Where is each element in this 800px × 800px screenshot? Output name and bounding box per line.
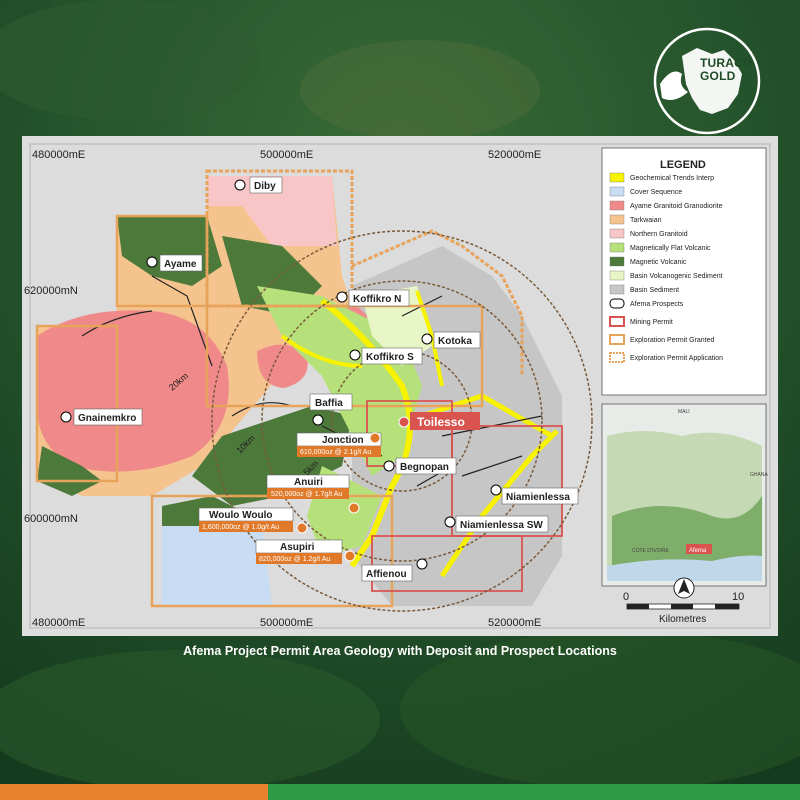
svg-text:Anuiri: Anuiri [294,477,323,488]
grid-label-top-500: 500000mE [260,149,313,161]
svg-text:Koffikro S: Koffikro S [366,352,414,363]
map-panel: 20km 10km 5km 480000mE 500000mE 520000mE… [22,136,778,636]
legend-swatch [609,298,625,309]
legend-item: Mining Permit [609,316,673,327]
legend-label: Geochemical Trends Interp [630,175,714,182]
legend-swatch [609,284,625,295]
logo-text-line2: GOLD [700,69,736,83]
bottom-bar-orange [0,784,268,800]
svg-text:820,000oz @ 1.2g/t Au: 820,000oz @ 1.2g/t Au [259,556,330,563]
svg-text:Asupiri: Asupiri [280,542,315,553]
deposit-toilesso: Toilesso [398,412,480,430]
svg-text:610,000oz @ 2.1g/t Au: 610,000oz @ 2.1g/t Au [300,449,371,456]
bottom-color-bar [0,784,800,800]
prospect-niamienlessa-sw: Niamienlessa SW [444,515,549,533]
svg-text:Niamienlessa SW: Niamienlessa SW [460,520,543,531]
grid-label-left-600: 600000mN [24,513,78,525]
legend-swatch [609,228,625,239]
svg-text:Koffikro N: Koffikro N [353,294,401,305]
svg-text:Niamienlessa: Niamienlessa [506,492,570,503]
grid-label-top-520: 520000mE [488,149,541,161]
legend-label: Afema Prospects [630,301,684,308]
svg-text:Kotoka: Kotoka [438,336,472,347]
legend-label: Basin Sediment [630,287,679,294]
legend-label: Exploration Permit Application [630,355,723,362]
deposit-woulo-woulo: Woulo Woulo 1,600,000oz @ 1.0g/t Au [198,507,308,534]
inset-label-mali: MALI [678,409,690,415]
svg-text:Woulo Woulo: Woulo Woulo [209,510,273,521]
deposit-jonction: Jonction 610,000oz @ 2.1g/t Au [296,432,382,457]
svg-text:Ayame: Ayame [164,259,197,270]
legend-swatch [609,200,625,211]
ayame-granitoid-area [37,310,229,472]
legend-item: Afema Prospects [609,298,684,309]
legend-swatch [609,186,625,197]
inset-label-afema: Afema [689,548,707,554]
grid-label-top-480: 480000mE [32,149,85,161]
legend-item: Cover Sequence [609,186,682,197]
svg-text:Diby: Diby [254,181,276,192]
svg-text:1,600,000oz @ 1.0g/t Au: 1,600,000oz @ 1.0g/t Au [202,524,279,531]
legend-label: Ayame Granitoid Granodiorite [630,203,723,210]
legend-item: Magnetic Volcanic [609,256,687,267]
legend-item: Northern Granitoid [609,228,688,239]
legend-item: Basin Sediment [609,284,679,295]
legend-title: LEGEND [660,159,706,171]
legend-label: Basin Volcanogenic Sediment [630,273,723,280]
svg-text:520,000oz @ 1.7g/t Au: 520,000oz @ 1.7g/t Au [271,491,342,498]
legend-swatch [609,242,625,253]
grid-label-bottom-480: 480000mE [32,617,85,629]
svg-text:Jonction: Jonction [322,435,364,446]
legend-label: Magnetic Volcanic [630,259,687,266]
legend-swatch [609,214,625,225]
map-caption: Afema Project Permit Area Geology with D… [183,644,617,658]
legend-swatch [609,256,625,267]
legend-swatch [609,172,625,183]
grid-label-bottom-520: 520000mE [488,617,541,629]
legend-label: Tarkwaian [630,217,662,224]
map-legend: LEGEND Geochemical Trends Interp Cover Se… [601,147,767,396]
svg-text:Baffia: Baffia [315,398,343,409]
legend-label: Exploration Permit Granted [630,337,715,344]
scale-unit: Kilometres [659,614,706,625]
inset-label-cote: COTE D'IVOIRE [632,548,669,554]
grid-label-bottom-500: 500000mE [260,617,313,629]
legend-swatch [609,334,625,345]
inset-label-ghana: GHANA [750,472,768,478]
inset-map: MALI GHANA COTE D'IVOIRE Afema [601,403,768,587]
svg-text:Gnainemkro: Gnainemkro [78,413,136,424]
geology-map: 20km 10km 5km 480000mE 500000mE 520000mE… [22,136,778,636]
north-arrow [673,577,695,599]
bottom-bar-green [268,784,800,800]
legend-swatch [609,352,625,363]
legend-item: Tarkwaian [609,214,662,225]
deposit-asupiri: Asupiri 820,000oz @ 1.2g/t Au [255,539,356,564]
legend-label: Northern Granitoid [630,231,688,238]
scale-end: 10 [732,591,744,603]
grid-label-left-620: 620000mN [24,285,78,297]
prospect-niamienlessa: Niamienlessa [490,484,579,505]
legend-label: Magnetically Flat Volcanic [630,245,711,252]
svg-text:Affienou: Affienou [366,569,407,580]
legend-label: Mining Permit [630,319,673,326]
svg-text:Begnopan: Begnopan [400,462,449,473]
legend-swatch [609,270,625,281]
svg-text:Toilesso: Toilesso [417,415,465,429]
scale-start: 0 [623,591,629,603]
logo-text: TURACO GOLD [700,57,753,83]
legend-label: Cover Sequence [630,189,682,196]
legend-swatch [609,316,625,327]
